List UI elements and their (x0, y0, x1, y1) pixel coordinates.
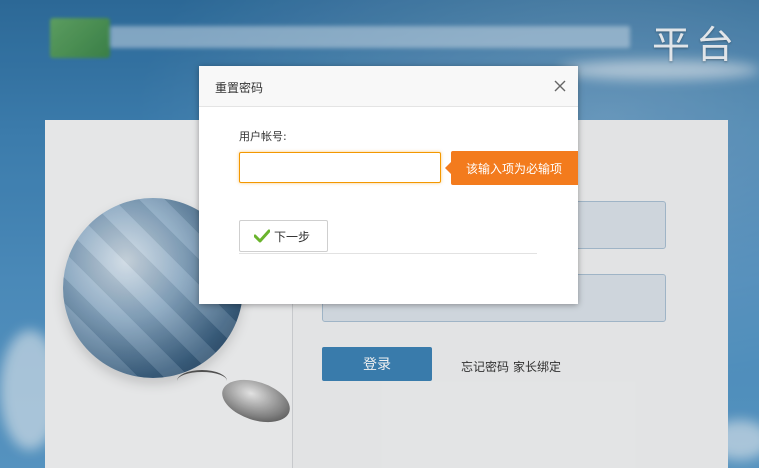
dialog-header: 重置密码 (199, 66, 578, 107)
next-step-label: 下一步 (274, 229, 311, 244)
account-input[interactable] (239, 152, 441, 183)
required-field-tooltip: 该输入项为必输项 (451, 151, 578, 185)
dialog-title: 重置密码 (215, 81, 264, 95)
account-label: 用户帐号: (239, 130, 287, 143)
close-icon[interactable] (552, 78, 568, 94)
check-icon (254, 229, 270, 243)
dialog-divider (239, 253, 537, 254)
reset-password-dialog: 重置密码 用户帐号: 该输入项为必输项 下一步 (199, 66, 578, 304)
next-step-button[interactable]: 下一步 (239, 220, 328, 252)
